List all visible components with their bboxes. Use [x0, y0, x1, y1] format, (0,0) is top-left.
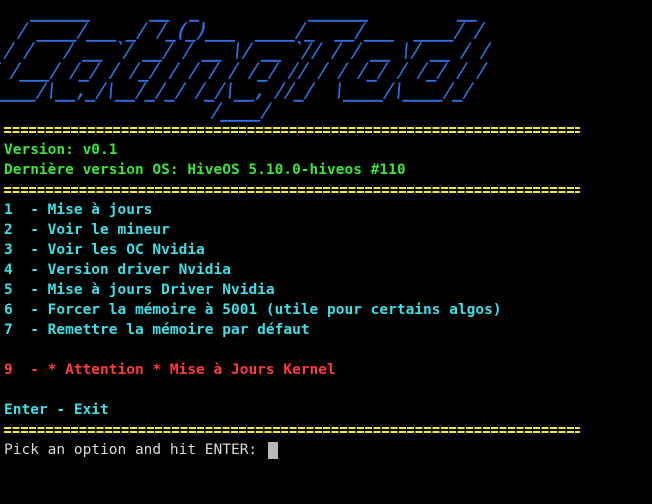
menu-item-4: 4 - Version driver Nvidia [4, 262, 231, 278]
os-version-text: Dernière version OS: HiveOS 5.10.0-hiveo… [4, 162, 406, 178]
menu-item-number: 2 [4, 222, 13, 238]
menu-item-number: 4 [4, 262, 13, 278]
menu-item-label: Mise à jours Driver Nvidia [47, 282, 275, 298]
menu-item-5: 5 - Mise à jours Driver Nvidia [4, 282, 275, 298]
terminal-window: ______ __ _ ______ __ / ____/___ _/ /_(_… [0, 0, 648, 460]
menu-list: 1 - Mise à jours 2 - Voir le mineur 3 - … [4, 200, 648, 340]
exit-option-text: Enter - Exit [4, 402, 109, 418]
menu-item-number: 6 [4, 302, 13, 318]
menu-item-2: 2 - Voir le mineur [4, 222, 170, 238]
menu-item-3: 3 - Voir les OC Nvidia [4, 242, 205, 258]
menu-item-label: Version driver Nvidia [47, 262, 231, 278]
menu-item-label: Mise à jours [47, 202, 153, 218]
menu-item-label: Remettre la mémoire par défaut [47, 322, 310, 338]
menu-item-label: Voir les OC Nvidia [47, 242, 205, 258]
menu-item-label: Forcer la mémoire à 5001 (utile pour cer… [47, 302, 502, 318]
prompt-line[interactable]: Pick an option and hit ENTER: [4, 440, 648, 460]
menu-item-label: * Attention * Mise à Jours Kernel [47, 362, 336, 378]
separator-line [4, 120, 580, 140]
menu-item-label: Voir le mineur [47, 222, 170, 238]
prompt-text: Pick an option and hit ENTER: [4, 442, 266, 458]
menu-item-number: 3 [4, 242, 13, 258]
separator-line [4, 420, 580, 440]
menu-item-1: 1 - Mise à jours [4, 202, 153, 218]
ascii-art-banner: ______ __ _ ______ __ / ____/___ _/ /_(_… [0, 0, 510, 122]
menu-item-9-warning: 9 - * Attention * Mise à Jours Kernel [4, 362, 336, 378]
menu-item-number: 9 [4, 362, 13, 378]
separator-line [4, 180, 580, 200]
menu-item-6: 6 - Forcer la mémoire à 5001 (utile pour… [4, 302, 502, 318]
menu-item-7: 7 - Remettre la mémoire par défaut [4, 322, 310, 338]
menu-item-number: 7 [4, 322, 13, 338]
menu-item-number: 1 [4, 202, 13, 218]
text-cursor[interactable] [267, 441, 278, 459]
version-text: Version: v0.1 [4, 142, 118, 158]
menu-item-number: 5 [4, 282, 13, 298]
